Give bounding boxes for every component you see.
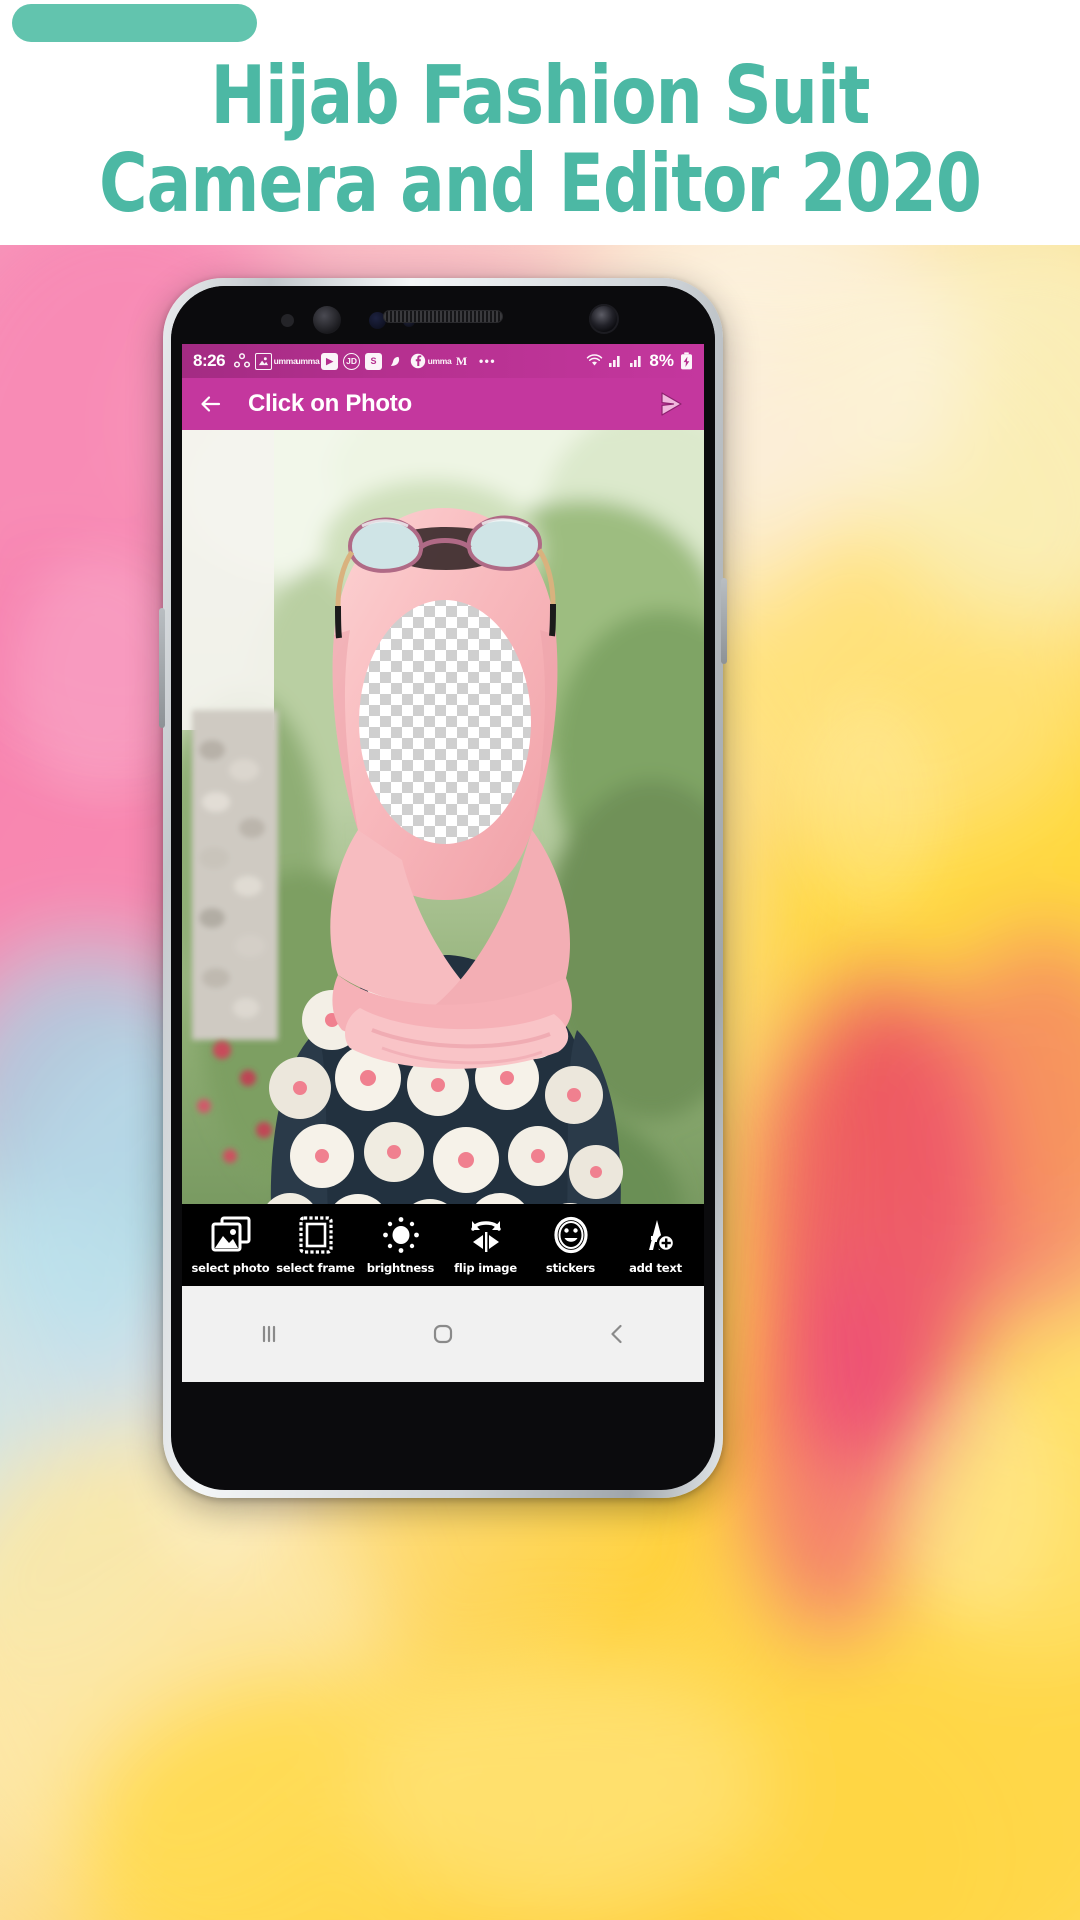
tool-label: select photo bbox=[191, 1261, 270, 1275]
recents-bars-icon[interactable] bbox=[229, 1309, 309, 1359]
tool-flip-image[interactable]: flip image bbox=[447, 1215, 525, 1275]
umma-app-icon: umma bbox=[295, 356, 320, 366]
smiley-sticker-icon bbox=[550, 1215, 592, 1257]
hijab-frame-photo bbox=[182, 430, 704, 1286]
phone-screen: 8:26 umma umma ▶ JD S umma M ••• 8% Clic… bbox=[182, 344, 704, 1382]
more-dots-icon: ••• bbox=[478, 354, 497, 368]
tool-label: select frame bbox=[276, 1261, 355, 1275]
tool-stickers[interactable]: stickers bbox=[532, 1215, 610, 1275]
phone-mockup: 8:26 umma umma ▶ JD S umma M ••• 8% Clic… bbox=[159, 278, 727, 1498]
gallery-photos-icon bbox=[210, 1215, 252, 1257]
proximity-sensor-icon bbox=[281, 314, 294, 327]
tool-label: stickers bbox=[545, 1261, 596, 1275]
status-bar: 8:26 umma umma ▶ JD S umma M ••• 8% bbox=[182, 344, 704, 378]
sun-brightness-icon bbox=[380, 1215, 422, 1257]
phone-top-bezel bbox=[171, 286, 715, 344]
add-text-a-plus-icon bbox=[635, 1215, 677, 1257]
jd-app-icon: JD bbox=[343, 352, 361, 370]
tool-label: add text bbox=[629, 1261, 682, 1275]
phone-screen-housing: 8:26 umma umma ▶ JD S umma M ••• 8% Clic… bbox=[171, 286, 715, 1490]
front-camera-icon bbox=[589, 304, 619, 334]
app-bar-title: Click on Photo bbox=[248, 390, 412, 417]
app-bar: Click on Photo bbox=[182, 378, 704, 430]
promo-header: Hijab Fashion Suit Camera and Editor 202… bbox=[0, 0, 1080, 245]
umma-app-icon: umma bbox=[273, 356, 298, 366]
signal-bars-icon bbox=[607, 353, 624, 370]
notification-icons: umma umma ▶ JD S umma M ••• bbox=[233, 352, 497, 370]
back-arrow-icon[interactable] bbox=[198, 391, 224, 417]
battery-charging-icon bbox=[678, 352, 695, 370]
home-circle-icon[interactable] bbox=[403, 1309, 483, 1359]
flip-horizontal-icon bbox=[465, 1215, 507, 1257]
status-time: 8:26 bbox=[193, 351, 226, 370]
stone-pillar bbox=[192, 710, 278, 1040]
status-right-icons: 8% bbox=[586, 351, 695, 371]
tool-label: brightness bbox=[366, 1261, 435, 1275]
wifi-icon bbox=[586, 353, 603, 370]
page-title: Hijab Fashion Suit Camera and Editor 202… bbox=[98, 49, 982, 230]
face-cutout-area bbox=[359, 600, 531, 844]
bird-app-icon bbox=[387, 353, 404, 370]
volume-button[interactable] bbox=[159, 608, 165, 728]
photo-frame-icon bbox=[255, 352, 273, 370]
tool-add-text[interactable]: add text bbox=[617, 1215, 695, 1275]
tool-brightness[interactable]: brightness bbox=[362, 1215, 440, 1275]
umma-app-icon: umma bbox=[427, 356, 452, 366]
share-triangle-icon bbox=[233, 353, 250, 370]
battery-percent: 8% bbox=[649, 351, 674, 370]
medium-icon: M bbox=[455, 353, 468, 368]
signal-bars-icon bbox=[628, 353, 645, 370]
shopee-icon: S bbox=[365, 352, 383, 370]
tool-label: flip image bbox=[454, 1261, 517, 1275]
picture-frame-icon bbox=[295, 1215, 337, 1257]
send-paper-plane-icon[interactable] bbox=[656, 389, 686, 419]
power-button[interactable] bbox=[721, 578, 727, 664]
facebook-icon bbox=[409, 353, 426, 370]
iris-scanner-icon bbox=[313, 306, 341, 334]
back-chevron-icon[interactable] bbox=[577, 1309, 657, 1359]
earpiece-speaker-icon bbox=[383, 310, 503, 323]
tool-select-frame[interactable]: select frame bbox=[276, 1215, 355, 1275]
tool-select-photo[interactable]: select photo bbox=[191, 1215, 270, 1275]
editor-toolbar: select photo select frame brightness fli… bbox=[182, 1204, 704, 1286]
android-nav-bar bbox=[182, 1286, 704, 1382]
youtube-icon: ▶ bbox=[321, 352, 339, 370]
photo-canvas[interactable] bbox=[182, 430, 704, 1286]
badge-pill bbox=[12, 4, 257, 42]
